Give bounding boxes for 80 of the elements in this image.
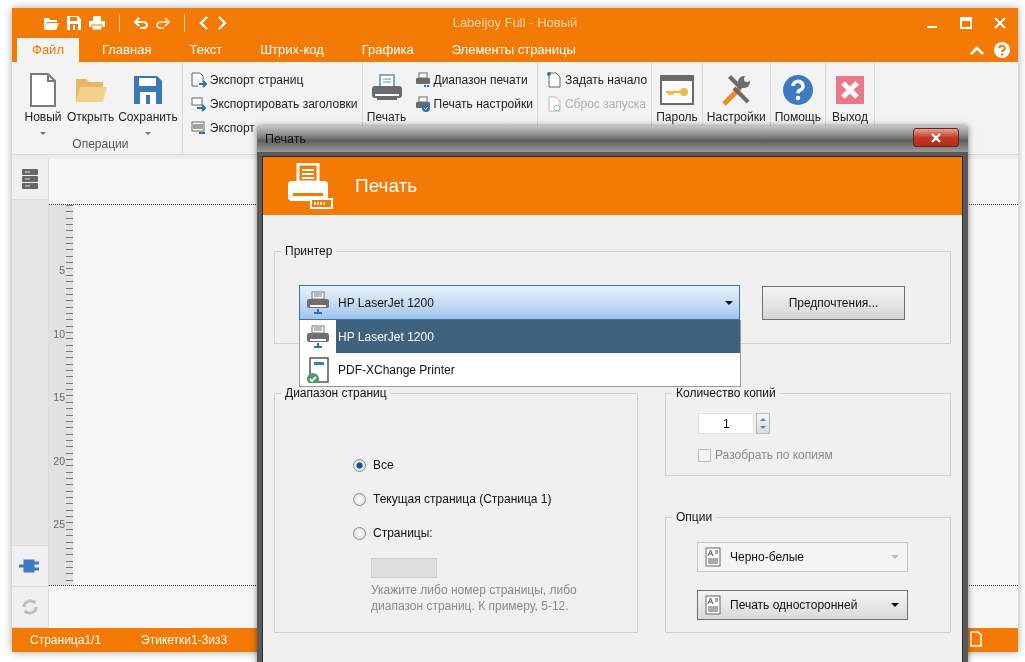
plug-icon[interactable] bbox=[19, 559, 41, 573]
pdf-printer-icon bbox=[306, 356, 330, 383]
print-settings-icon bbox=[414, 96, 431, 112]
redo-icon[interactable] bbox=[156, 17, 170, 29]
group-label: Принтер bbox=[284, 244, 334, 258]
ruler-number: 15 bbox=[53, 392, 65, 403]
export-headers-icon bbox=[190, 96, 207, 112]
radio-button[interactable]: Все bbox=[353, 456, 394, 474]
open-folder-icon[interactable] bbox=[43, 16, 59, 30]
radio-button[interactable]: Текущая страница (Страница 1) bbox=[353, 490, 552, 508]
print-range-icon bbox=[414, 72, 431, 88]
ribbon-button[interactable]: Диапазон печати bbox=[414, 71, 528, 89]
ribbon-button[interactable]: Открыть bbox=[67, 62, 115, 124]
close-icon[interactable] bbox=[994, 17, 1006, 29]
close-icon bbox=[930, 132, 942, 143]
barcode-export-icon bbox=[190, 120, 207, 136]
maximize-icon[interactable] bbox=[960, 17, 972, 29]
ribbon-button[interactable]: Помощь bbox=[774, 62, 821, 124]
copies-field[interactable]: 1 bbox=[698, 413, 754, 434]
dropdown[interactable]: Печать односторонней bbox=[697, 590, 908, 620]
group-label: Диапазон страниц bbox=[284, 386, 388, 400]
group-label: Опции bbox=[675, 510, 714, 524]
caret-icon bbox=[40, 132, 46, 135]
printer-dropdown[interactable]: HP LaserJet 1200 bbox=[299, 285, 740, 320]
close-button[interactable] bbox=[913, 128, 959, 147]
ruler-number: 20 bbox=[53, 455, 65, 467]
spin-buttons[interactable] bbox=[756, 413, 770, 434]
ribbon-button[interactable]: Печать bbox=[366, 62, 407, 124]
radio-circle[interactable] bbox=[353, 492, 366, 506]
ribbon-button[interactable]: Экспорт страниц bbox=[190, 71, 304, 89]
save-icon[interactable] bbox=[67, 16, 81, 30]
printer-icon bbox=[306, 290, 330, 315]
status-text: Страница1/1 bbox=[30, 633, 102, 647]
ribbon-button[interactable]: Сохранить bbox=[118, 62, 178, 135]
group-label: Операции bbox=[71, 137, 130, 153]
ribbon-button[interactable]: Новый bbox=[23, 62, 63, 135]
collapse-caret-icon[interactable] bbox=[970, 45, 984, 55]
ribbon-button[interactable]: Печать настройки bbox=[414, 95, 533, 113]
window-title: Labeljoy Full - Новый bbox=[452, 15, 578, 30]
folder-icon bbox=[74, 76, 107, 104]
ruler-number: 10 bbox=[53, 328, 65, 340]
tools-icon bbox=[720, 74, 753, 106]
ruler-number: 25 bbox=[53, 519, 65, 530]
ribbon-button[interactable]: Настройки bbox=[706, 62, 766, 124]
radio-button[interactable]: Страницы: bbox=[353, 524, 433, 542]
ribbon-button[interactable]: Экспортировать заголовки bbox=[190, 95, 358, 113]
undo-icon[interactable] bbox=[134, 17, 148, 29]
page-start-icon bbox=[545, 72, 562, 88]
blank-page-icon bbox=[29, 73, 57, 107]
hint-text: Укажите либо номер страницы, либо диапазон страниц. К примеру, 5-12. bbox=[371, 582, 578, 614]
radio-circle[interactable] bbox=[353, 526, 366, 540]
document-icon bbox=[705, 595, 721, 615]
printer-icon bbox=[306, 324, 330, 349]
status-text: Этикетки1-3из3 bbox=[141, 633, 228, 647]
dialog-title: Печать bbox=[265, 132, 306, 146]
ribbon-button[interactable]: Пароль bbox=[656, 62, 698, 124]
sync-icon[interactable] bbox=[21, 598, 39, 616]
document-icon[interactable] bbox=[970, 630, 982, 647]
ribbon-button[interactable]: Экспорт bbox=[190, 119, 255, 137]
help-icon bbox=[781, 74, 814, 106]
preferences-button[interactable]: Предпочтения... bbox=[762, 286, 905, 320]
ribbon-button[interactable]: Задать начало bbox=[545, 71, 648, 89]
forward-icon[interactable] bbox=[217, 16, 227, 30]
back-icon[interactable] bbox=[199, 16, 209, 30]
key-window-icon bbox=[659, 75, 694, 105]
dialog-header-title: Печать bbox=[355, 175, 418, 197]
document-icon bbox=[705, 547, 721, 567]
group-label: Количество копий bbox=[675, 386, 777, 400]
help-icon[interactable] bbox=[994, 42, 1010, 58]
caret-icon bbox=[144, 132, 151, 135]
ribbon-button[interactable]: Выход bbox=[830, 62, 870, 124]
radio-circle[interactable] bbox=[353, 458, 366, 472]
printer-option[interactable]: PDF-XChange Printer bbox=[300, 353, 740, 386]
printer-icon[interactable] bbox=[89, 16, 105, 30]
ruler-number: 5 bbox=[59, 265, 65, 276]
list-icon[interactable] bbox=[22, 169, 38, 189]
export-pages-icon bbox=[190, 72, 207, 88]
printer-icon bbox=[287, 163, 333, 209]
page-reset-icon bbox=[545, 96, 562, 112]
close-x-icon bbox=[836, 76, 864, 104]
